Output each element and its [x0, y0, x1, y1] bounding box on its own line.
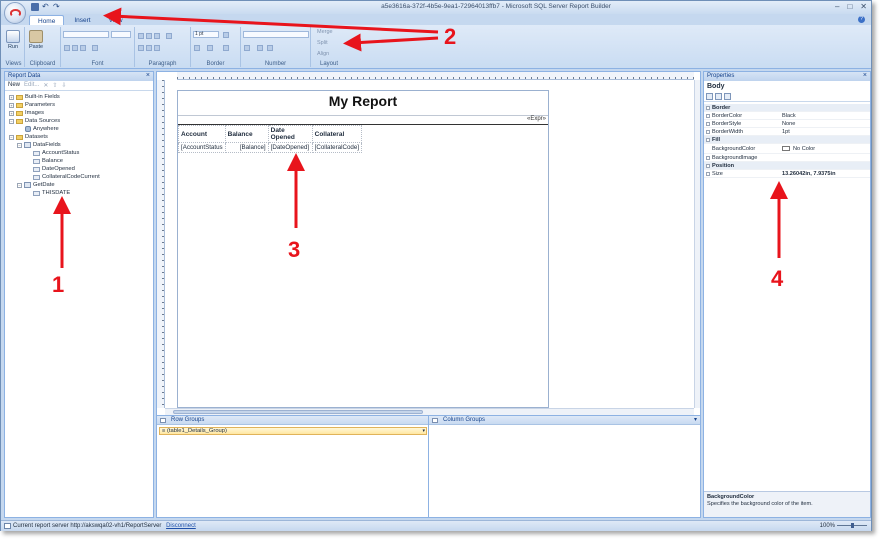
annotation-3: 3: [288, 237, 301, 262]
annotation-1: 1: [52, 272, 65, 297]
annotation-2: 2: [444, 24, 457, 49]
annotation-arrows: [53, 7, 788, 268]
arrow-2b: [343, 33, 439, 52]
annotation-4: 4: [771, 266, 784, 291]
arrow-2a: [103, 7, 439, 34]
